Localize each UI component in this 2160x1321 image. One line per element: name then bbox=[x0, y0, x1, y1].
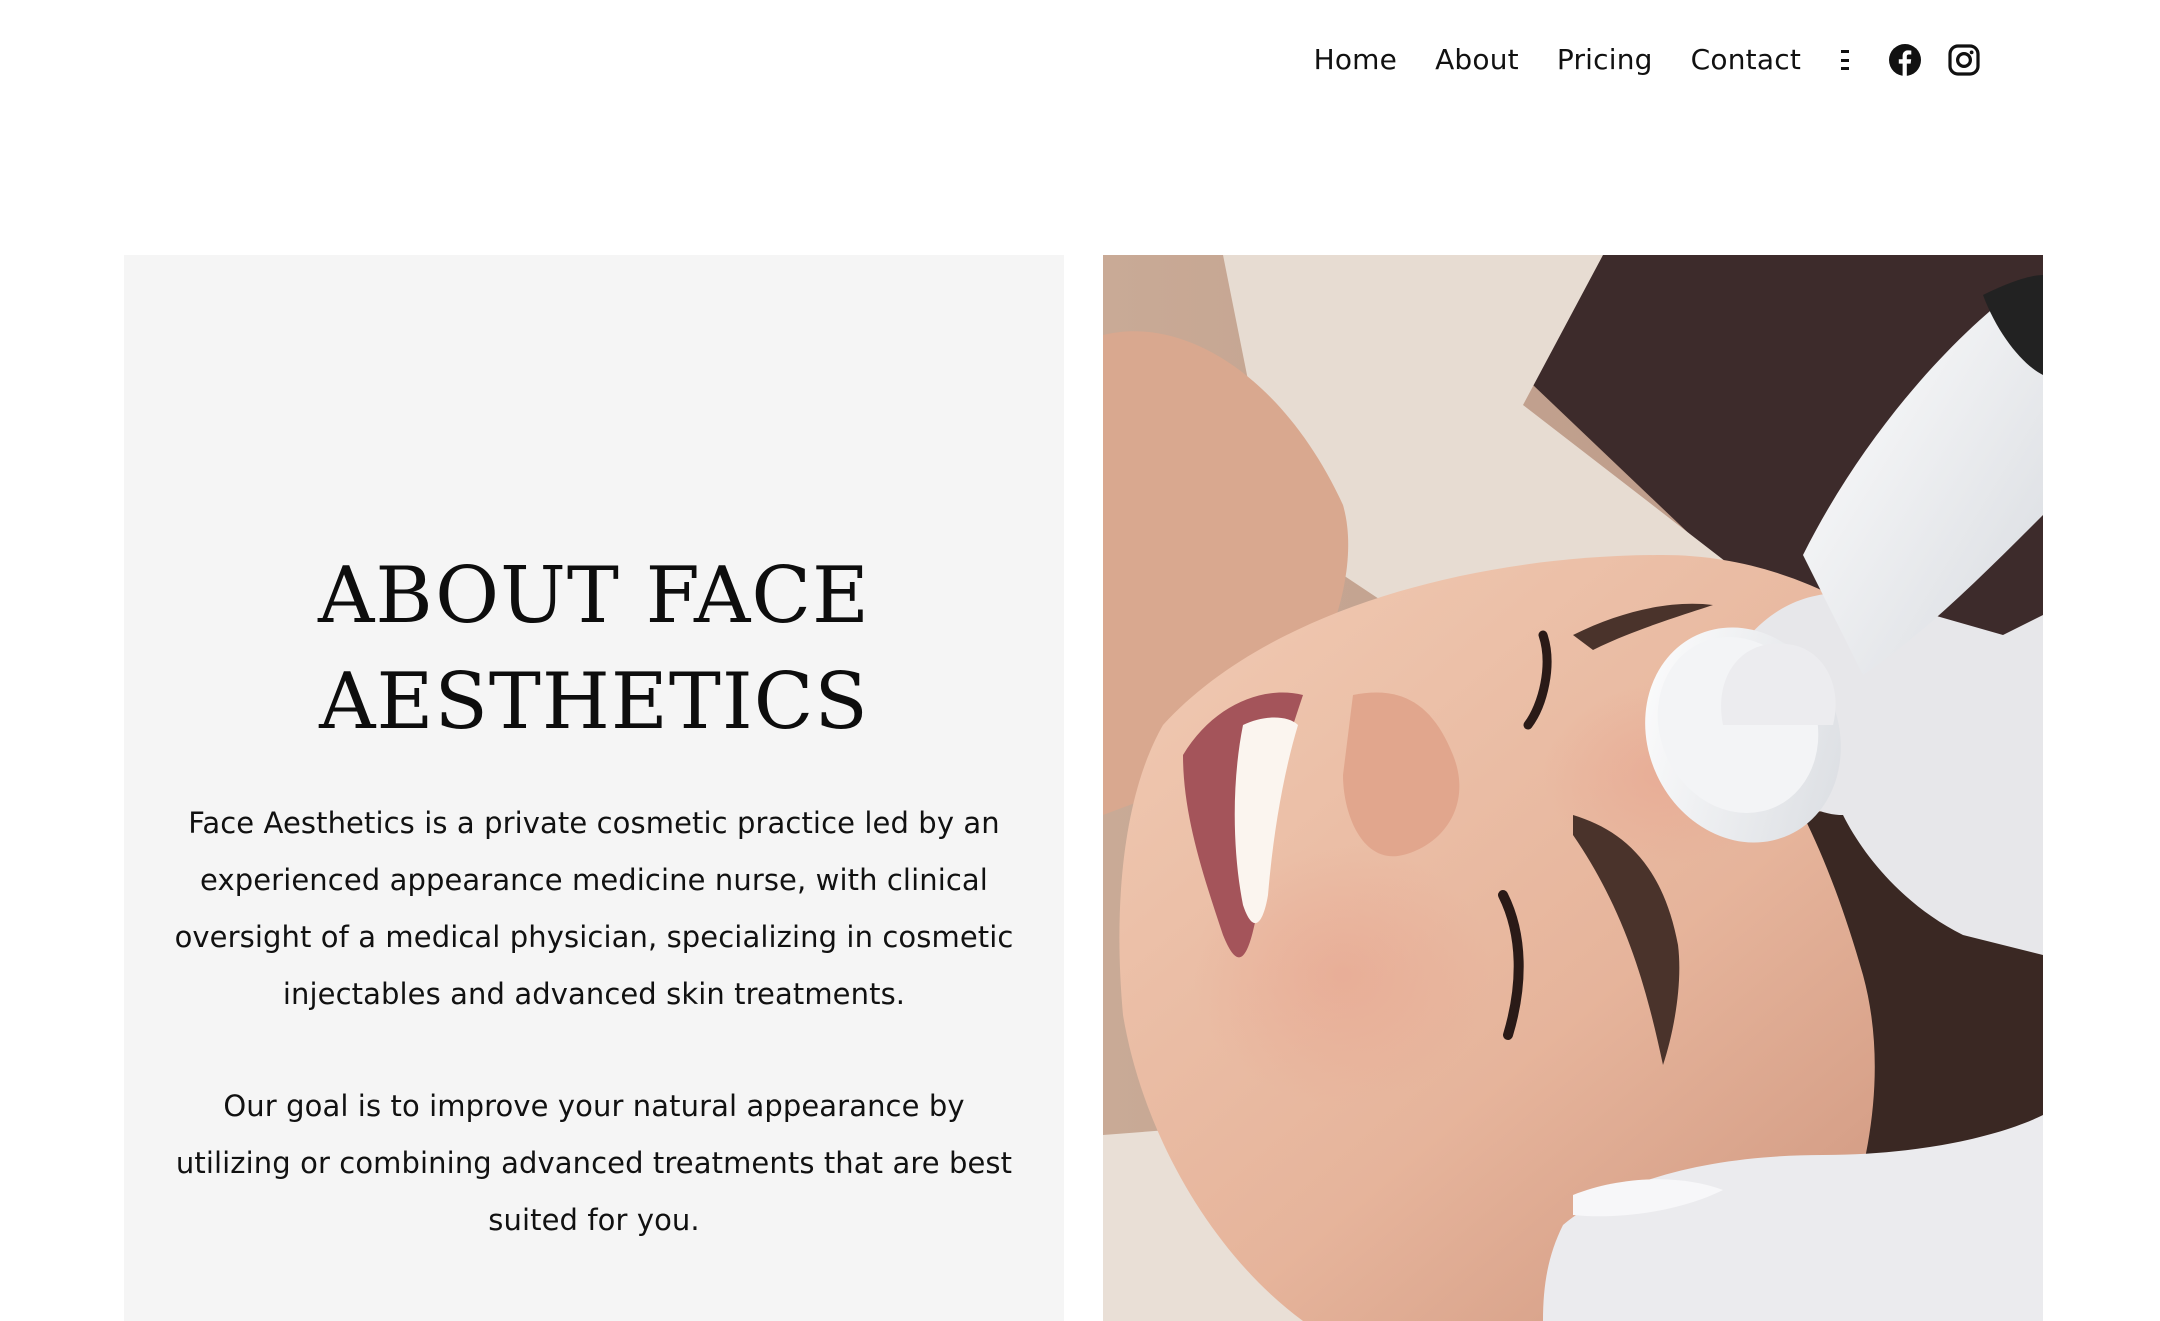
instagram-icon[interactable] bbox=[1948, 44, 1980, 76]
page: Home About Pricing Contact ABOUT FACE AE… bbox=[0, 0, 2160, 1321]
about-paragraph-2: Our goal is to improve your natural appe… bbox=[175, 1089, 1013, 1237]
more-menu-icon[interactable] bbox=[1835, 50, 1849, 70]
nav-about-link[interactable]: About bbox=[1435, 36, 1519, 84]
about-paragraph-1: Face Aesthetics is a private cosmetic pr… bbox=[174, 806, 1014, 1011]
nav-home-link[interactable]: Home bbox=[1314, 36, 1398, 84]
nav-pricing-link[interactable]: Pricing bbox=[1557, 36, 1653, 84]
facial-treatment-photo bbox=[1103, 255, 2043, 1321]
main-nav: Home About Pricing Contact bbox=[1314, 36, 1980, 84]
about-section: ABOUT FACE AESTHETICS Face Aesthetics is… bbox=[124, 255, 1064, 1321]
social-links bbox=[1889, 44, 1980, 76]
about-title: ABOUT FACE AESTHETICS bbox=[318, 551, 870, 747]
nav-contact-link[interactable]: Contact bbox=[1691, 36, 1801, 84]
site-header: Home About Pricing Contact bbox=[0, 0, 2160, 120]
facebook-icon[interactable] bbox=[1889, 44, 1921, 76]
